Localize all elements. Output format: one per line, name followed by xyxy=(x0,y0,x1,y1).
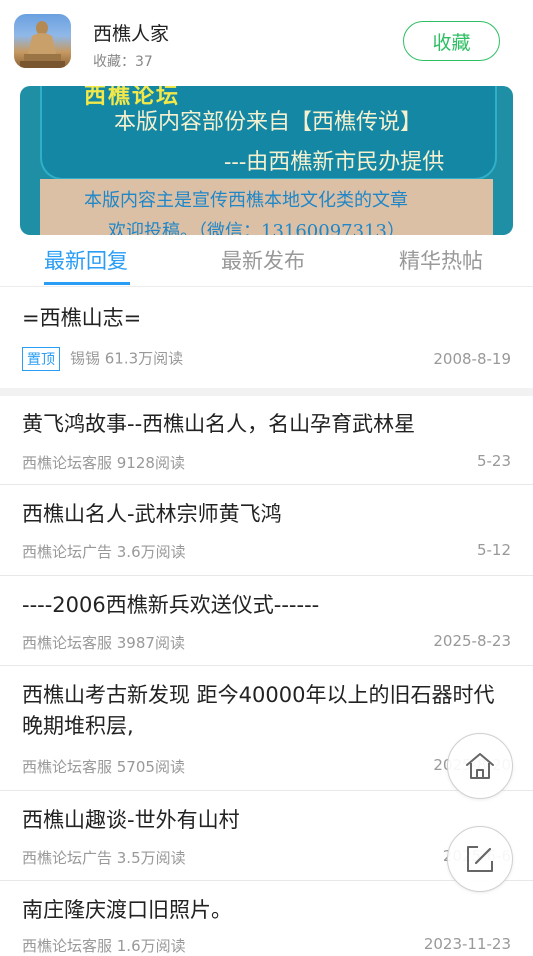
list-item[interactable]: 黄飞鸿故事--西樵山名人，名山孕育武林星 西樵论坛客服 9128阅读 5-23 xyxy=(0,396,533,485)
post-date: 2025-8-23 xyxy=(433,632,511,650)
list-item[interactable]: 西樵山名人-武林宗师黄飞鸿 西樵论坛广告 3.6万阅读 5-12 xyxy=(0,485,533,576)
forum-banner[interactable]: 西樵论坛 本版内容部份来自【西樵传说】 ---由西樵新市民办提供 本版内容主是宣… xyxy=(20,86,513,235)
new-post-button[interactable] xyxy=(447,826,513,892)
section-divider xyxy=(0,388,533,396)
post-meta: 锡锡 61.3万阅读 xyxy=(70,349,184,368)
banner-line-3: 本版内容主是宣传西樵本地文化类的文章 xyxy=(84,190,408,211)
post-title: 西樵山名人-武林宗师黄飞鸿 xyxy=(22,502,282,526)
list-item[interactable]: 南庄隆庆渡口旧照片。 西樵论坛客服 1.6万阅读 2023-11-23 xyxy=(0,881,533,955)
post-meta: 西樵论坛客服 1.6万阅读 xyxy=(22,937,186,955)
post-meta: 西樵论坛客服 3987阅读 xyxy=(22,634,185,652)
home-button[interactable] xyxy=(447,733,513,799)
post-title: 西樵山趣谈-世外有山村 xyxy=(22,808,240,832)
post-date: 2023-11-23 xyxy=(423,935,511,953)
tab-latest-replies[interactable]: 最新回复 xyxy=(44,245,128,275)
banner-line-4: 欢迎投稿。（微信：13160097313） xyxy=(108,221,405,235)
favorite-count: 收藏：37 xyxy=(93,54,153,70)
post-date: 5-12 xyxy=(476,541,511,559)
post-meta: 西樵论坛广告 3.6万阅读 xyxy=(22,543,186,561)
post-meta: 西樵论坛客服 9128阅读 xyxy=(22,454,185,472)
banner-top-panel: 西樵论坛 本版内容部份来自【西樵传说】 ---由西樵新市民办提供 xyxy=(40,86,497,180)
active-tab-indicator xyxy=(44,282,130,285)
home-icon xyxy=(466,753,494,779)
post-title: 南庄隆庆渡口旧照片。 xyxy=(22,898,232,922)
buddha-statue-icon xyxy=(20,21,65,68)
tab-latest-posts[interactable]: 最新发布 xyxy=(221,245,305,275)
banner-line-2: ---由西樵新市民办提供 xyxy=(224,150,445,175)
post-date: 5-23 xyxy=(476,452,511,470)
list-item[interactable]: ----2006西樵新兵欢送仪式------ 西樵论坛客服 3987阅读 202… xyxy=(0,576,533,666)
post-meta: 西樵论坛客服 5705阅读 xyxy=(22,758,185,776)
post-title: ----2006西樵新兵欢送仪式------ xyxy=(22,593,320,617)
forum-header: 西樵人家 收藏：37 收藏 xyxy=(0,0,533,84)
post-meta-row: 置顶 锡锡 61.3万阅读 xyxy=(22,347,183,371)
favorite-button[interactable]: 收藏 xyxy=(403,21,500,61)
post-title: 西樵山考古新发现 距今40000年以上的旧石器时代晚期堆积层, xyxy=(22,683,495,738)
post-meta: 西樵论坛广告 3.5万阅读 xyxy=(22,849,186,867)
pinned-badge: 置顶 xyxy=(22,347,60,371)
edit-icon xyxy=(467,846,493,872)
banner-line-1: 本版内容部份来自【西樵传说】 xyxy=(114,110,423,135)
list-item-pinned[interactable]: =西樵山志= 置顶 锡锡 61.3万阅读 2008-8-19 xyxy=(0,287,533,388)
post-date: 2008-8-19 xyxy=(433,350,511,368)
banner-bottom-panel: 本版内容主是宣传西樵本地文化类的文章 欢迎投稿。（微信：13160097313） xyxy=(40,179,493,235)
post-tabs: 最新回复 最新发布 精华热帖 xyxy=(0,236,533,287)
forum-name: 西樵人家 xyxy=(93,23,170,45)
tab-featured-posts[interactable]: 精华热帖 xyxy=(399,245,483,275)
forum-logo[interactable] xyxy=(14,14,71,68)
post-title: =西樵山志= xyxy=(22,306,142,330)
post-title: 黄飞鸿故事--西樵山名人，名山孕育武林星 xyxy=(22,412,416,436)
